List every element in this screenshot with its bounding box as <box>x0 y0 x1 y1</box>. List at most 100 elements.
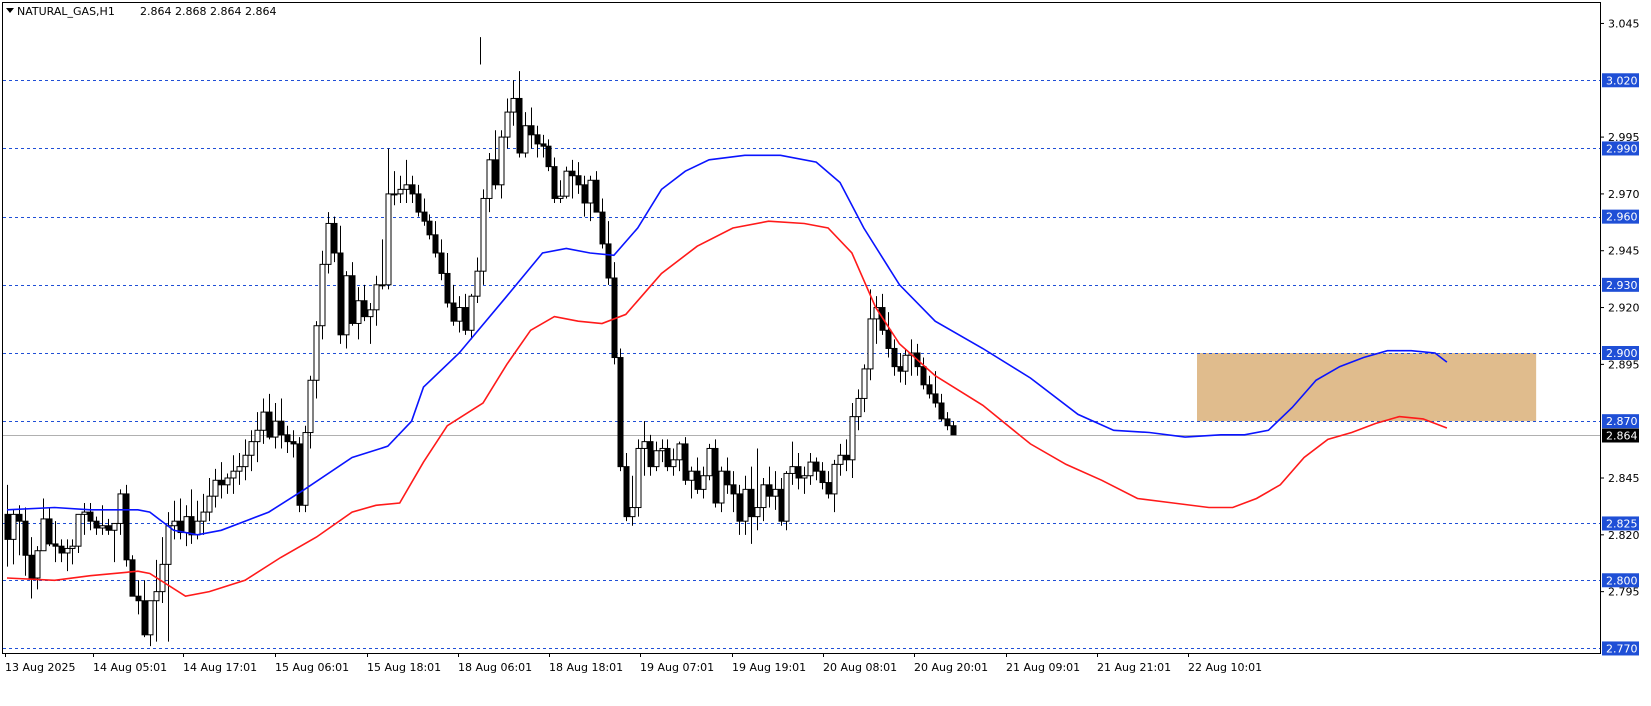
candle <box>712 439 719 508</box>
chart-window[interactable]: 3.045 2.995 2.970 2.945 2.920 2.895 2.845 2.820… <box>0 0 1651 702</box>
candle-body-bear <box>331 222 338 254</box>
level-price-label: 2.900 <box>1606 347 1638 360</box>
level-price-label: 2.960 <box>1606 211 1638 224</box>
candle-body-bear <box>736 493 743 522</box>
candle-body-bull <box>486 159 493 199</box>
candle-body-bear <box>361 300 368 318</box>
candle <box>296 437 303 513</box>
level-price-label: 2.800 <box>1606 574 1638 587</box>
candle-body-bear <box>349 275 356 324</box>
candle-body-bear <box>778 488 785 522</box>
level-price-label: 2.770 <box>1606 642 1638 655</box>
candle-body-bear <box>409 184 416 195</box>
candle-body-bull <box>849 416 856 461</box>
candle-body-bear <box>284 434 291 443</box>
candle-body-bull <box>165 525 172 565</box>
y-tick-label: 2.895 <box>1608 358 1640 371</box>
candle-body-bear <box>534 134 541 145</box>
candle-body-bear <box>93 520 100 529</box>
candle-body-bear <box>569 170 576 177</box>
candle-body-bear <box>647 441 654 468</box>
candle-body-bull <box>670 459 677 468</box>
candle-body-bear <box>87 511 94 522</box>
candle-body-bear <box>944 418 951 427</box>
x-tick-label: 14 Aug 05:01 <box>93 661 167 674</box>
candle-body-bear <box>337 252 344 336</box>
candle-body-bull <box>325 222 332 265</box>
candle-body-bear <box>16 513 23 522</box>
candle-body-bull <box>557 195 564 199</box>
candle-body-bear <box>712 447 719 504</box>
candle-body-bull <box>706 447 713 477</box>
candle-body-bull <box>700 475 707 490</box>
price-chart[interactable]: 3.0452.9952.9702.9452.9202.8952.8452.820… <box>0 0 1651 702</box>
candle-body-bear <box>623 466 630 518</box>
candle-body-bull <box>760 484 767 509</box>
candle <box>563 166 570 199</box>
candle-body-bull <box>641 441 648 449</box>
candle <box>302 425 309 513</box>
candle-body-bull <box>355 300 362 324</box>
candle-body-bear <box>218 479 225 486</box>
last-price-label: 2.864 <box>1606 430 1638 443</box>
candle-body-bull <box>510 97 517 113</box>
candle-body-bull <box>789 466 796 474</box>
candle-body-bear <box>843 454 850 461</box>
candle-body-bull <box>242 454 249 468</box>
candle-body-bull <box>319 263 326 327</box>
candle-body-bear <box>290 441 297 445</box>
candle-body-bear <box>920 366 927 386</box>
candle-body-bull <box>34 550 41 579</box>
candle-body-bull <box>183 516 190 534</box>
candle-body-bull <box>200 511 207 522</box>
candle <box>617 348 624 472</box>
candle-body-bull <box>212 479 219 497</box>
candle-body-bull <box>171 520 178 527</box>
x-tick-label: 22 Aug 10:01 <box>1188 661 1262 674</box>
candle-body-bear <box>664 447 671 468</box>
candle-body-bear <box>46 518 53 545</box>
candle-body-bear <box>605 243 612 279</box>
x-tick-label: 19 Aug 07:01 <box>640 661 714 674</box>
candle-body-bull <box>117 493 124 524</box>
x-tick-label: 18 Aug 06:01 <box>458 661 532 674</box>
candle-body-bull <box>391 193 398 196</box>
candle-body-bull <box>64 547 71 554</box>
candle-body-bull <box>587 179 594 204</box>
candle-body-bear <box>22 520 29 556</box>
candle-body-bull <box>69 545 76 549</box>
candle-body-bear <box>694 470 701 490</box>
candle-body-bear <box>462 307 469 331</box>
candle-body-bear <box>581 184 588 204</box>
candle-body-bear <box>4 513 11 540</box>
candle-body-bull <box>307 379 314 434</box>
candle <box>706 443 713 481</box>
candle-body-bear <box>926 384 933 395</box>
y-tick-label: 2.945 <box>1608 245 1640 258</box>
supply-zone-rect[interactable] <box>1197 353 1537 422</box>
candle-body-bear <box>278 420 285 436</box>
candle-body-bear <box>432 234 439 254</box>
ohlc-values: 2.864 2.868 2.864 2.864 <box>140 5 276 18</box>
candle-body-bull <box>504 111 511 138</box>
x-tick-label: 20 Aug 08:01 <box>823 661 897 674</box>
candle-body-bear <box>52 543 59 547</box>
candle-body-bear <box>135 595 142 602</box>
candle-body-bull <box>801 475 808 479</box>
candle-body-bull <box>653 450 660 468</box>
candle-body-bull <box>397 188 404 195</box>
x-tick-label: 19 Aug 19:01 <box>732 661 806 674</box>
candle-body-bull <box>75 513 82 547</box>
candle-body-bull <box>468 295 475 331</box>
candle-body-bear <box>438 252 445 274</box>
candle-body-bear <box>938 402 945 420</box>
candle-body-bull <box>313 325 320 381</box>
candle-body-bear <box>296 443 303 506</box>
candle-body-bull <box>456 307 463 322</box>
y-tick-label: 3.045 <box>1608 17 1640 30</box>
candle-body-bull <box>194 520 201 536</box>
candle-body-bull <box>111 522 118 531</box>
candle-body-bear <box>105 525 112 531</box>
candle-body-bull <box>563 170 570 197</box>
candle-body-bear <box>819 470 826 484</box>
